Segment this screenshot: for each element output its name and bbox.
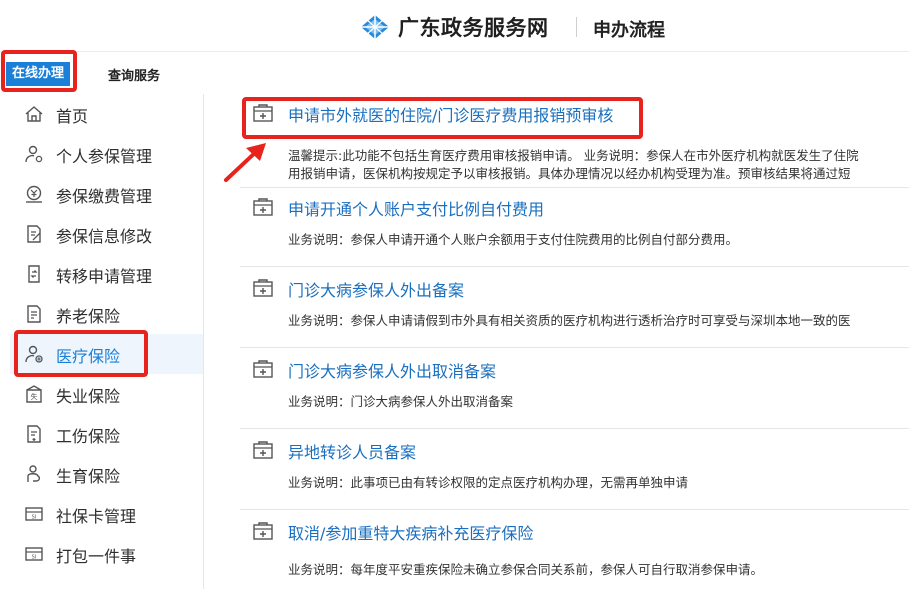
sidebar-item-label: 养老保险 xyxy=(56,307,121,326)
annotation-highlight-box xyxy=(242,97,643,139)
sidebar-item-label: 失业保险 xyxy=(56,387,121,406)
divider xyxy=(240,509,909,510)
header-divider xyxy=(576,17,577,37)
divider xyxy=(240,347,909,348)
service-description: 业务说明：此事项已由有转诊权限的定点医疗机构办理，无需再单独申请 xyxy=(288,475,689,490)
service-description: 业务说明：每年度平安重疾保险未确立参保合同关系前，参保人可自行取消参保申请。 xyxy=(288,562,764,577)
social-card-icon: SI xyxy=(25,507,43,521)
maternity-icon xyxy=(27,465,40,482)
list-item: 取消/参加重特大疾病补充医疗保险 业务说明：每年度平安重疾保险未确立参保合同关系… xyxy=(240,512,909,589)
transfer-document-icon xyxy=(28,265,40,283)
svg-text:失: 失 xyxy=(31,392,38,401)
sidebar-item-label: 社保卡管理 xyxy=(56,507,137,526)
person-settings-icon xyxy=(25,145,43,163)
service-description: 用报销申请，医保机构按规定予以审核报销。具体办理情况以经办机构受理为准。预审核结… xyxy=(288,166,851,181)
svg-text:SI: SI xyxy=(32,515,37,521)
sidebar-item-personal-insurance[interactable]: 个人参保管理 xyxy=(10,134,203,174)
sidebar-item-info-modify[interactable]: 参保信息修改 xyxy=(10,214,203,254)
unemployment-icon: 失 xyxy=(26,385,42,403)
sidebar-item-label: 打包一件事 xyxy=(56,547,137,566)
list-item: 申请开通个人账户支付比例自付费用 业务说明：参保人申请开通个人账户余额用于支付住… xyxy=(240,188,909,269)
list-item: 门诊大病参保人外出备案 业务说明：参保人申请请假到市外具有相关资质的医疗机构进行… xyxy=(240,269,909,350)
sidebar-item-label: 参保缴费管理 xyxy=(56,187,153,206)
payment-icon xyxy=(26,185,42,203)
guangdong-logo-icon xyxy=(361,15,389,39)
sidebar-item-label: 工伤保险 xyxy=(56,427,121,446)
sidebar-item-label: 首页 xyxy=(56,107,89,126)
sidebar-item-transfer[interactable]: 转移申请管理 xyxy=(10,254,203,294)
service-title-link[interactable]: 门诊大病参保人外出取消备案 xyxy=(288,358,496,382)
service-title-link[interactable]: 门诊大病参保人外出备案 xyxy=(288,277,464,301)
sidebar-item-home[interactable]: 首页 xyxy=(10,94,203,134)
svg-text:SI: SI xyxy=(32,555,37,561)
divider xyxy=(240,428,909,429)
list-item: 门诊大病参保人外出取消备案 业务说明：门诊大病参保人外出取消备案 xyxy=(240,350,909,431)
sidebar-item-payment[interactable]: 参保缴费管理 xyxy=(10,174,203,214)
package-card-icon: SI xyxy=(25,547,43,561)
home-icon xyxy=(25,106,43,122)
annotation-highlight-box xyxy=(1,50,77,92)
service-description: 业务说明：参保人申请开通个人账户余额用于支付住院费用的比例自付部分费用。 xyxy=(288,232,739,247)
divider xyxy=(240,266,909,267)
annotation-arrow-icon xyxy=(224,143,266,182)
service-description: 业务说明：门诊大病参保人外出取消备案 xyxy=(288,394,514,409)
sidebar-item-maternity[interactable]: 生育保险 xyxy=(10,454,203,494)
sidebar-item-label: 个人参保管理 xyxy=(56,147,153,166)
sidebar-item-work-injury[interactable]: 工伤保险 xyxy=(10,414,203,454)
medical-kit-icon xyxy=(253,279,273,297)
sidebar-item-pension[interactable]: 养老保险 xyxy=(10,294,203,334)
edit-document-icon xyxy=(27,225,41,243)
service-title-link[interactable]: 申请开通个人账户支付比例自付费用 xyxy=(288,196,544,220)
sidebar-item-label: 参保信息修改 xyxy=(56,227,153,246)
sidebar-item-label: 转移申请管理 xyxy=(56,267,153,286)
service-list: 申请市外就医的住院/门诊医疗费用报销预审核 温馨提示:此功能不包括生育医疗费用审… xyxy=(240,94,909,589)
sidebar-item-package[interactable]: SI 打包一件事 xyxy=(10,534,203,574)
medical-kit-icon xyxy=(253,441,273,459)
pension-document-icon xyxy=(27,305,41,323)
list-item: 异地转诊人员备案 业务说明：此事项已由有转诊权限的定点医疗机构办理，无需再单独申… xyxy=(240,431,909,512)
medical-kit-icon xyxy=(253,360,273,378)
page-title: 申办流程 xyxy=(593,20,665,41)
tab-query-service[interactable]: 查询服务 xyxy=(108,65,160,84)
medical-kit-icon xyxy=(253,522,273,540)
header: 广东政务服务网 申办流程 xyxy=(0,0,909,52)
brand-name[interactable]: 广东政务服务网 xyxy=(398,12,549,42)
service-description: 业务说明：参保人申请请假到市外具有相关资质的医疗机构进行透析治疗时可享受与深圳本… xyxy=(288,313,851,328)
injury-document-icon xyxy=(27,425,41,443)
sidebar-item-social-card[interactable]: SI 社保卡管理 xyxy=(10,494,203,534)
service-description: 温馨提示:此功能不包括生育医疗费用审核报销申请。 业务说明：参保人在市外医疗机构… xyxy=(288,148,859,163)
sidebar-item-label: 生育保险 xyxy=(56,467,121,486)
service-title-link[interactable]: 异地转诊人员备案 xyxy=(288,439,416,463)
medical-kit-icon xyxy=(253,198,273,216)
annotation-highlight-box xyxy=(14,330,148,377)
sidebar-item-unemployment[interactable]: 失 失业保险 xyxy=(10,374,203,414)
service-title-link[interactable]: 取消/参加重特大疾病补充医疗保险 xyxy=(288,520,533,544)
top-tabbar: 在线办理 查询服务 xyxy=(0,52,909,94)
